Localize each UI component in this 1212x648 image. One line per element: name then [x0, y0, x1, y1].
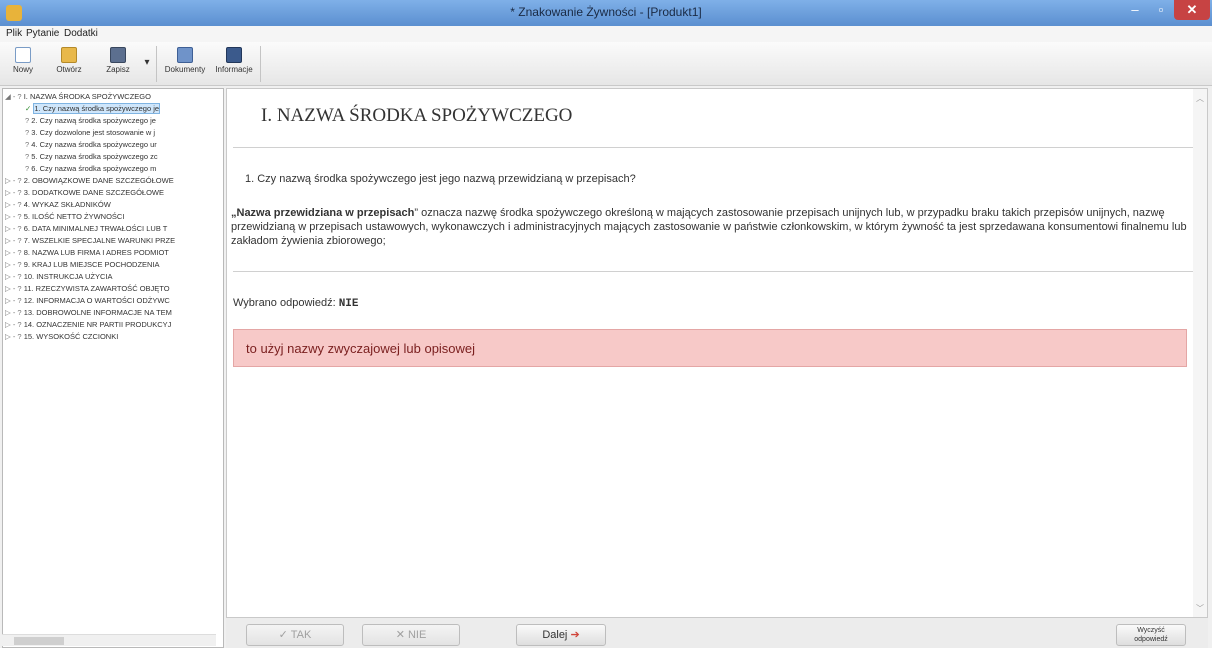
tree-item-section-15[interactable]: ▷ - ? 15. WYSOKOŚĆ CZCIONKI	[5, 331, 223, 343]
clear-answer-button[interactable]: Wyczyść odpowiedź	[1116, 624, 1186, 646]
yes-button[interactable]: ✓ TAK	[246, 624, 344, 646]
recommendation-alert: to użyj nazwy zwyczajowej lub opisowej	[233, 329, 1187, 367]
tree-item-section-6[interactable]: ▷ - ? 6. DATA MINIMALNEJ TRWAŁOŚCI LUB T	[5, 223, 223, 235]
definition-text: „Nazwa przewidziana w przepisach” oznacz…	[231, 206, 1191, 248]
alert-text: to użyj nazwy zwyczajowej lub opisowej	[246, 341, 476, 356]
menu-bar: Plik Pytanie Dodatki	[0, 26, 1212, 42]
toolbar: Nowy Otwórz Zapisz ▾ Dokumenty Informacj…	[0, 42, 1212, 86]
section-heading: I. NAZWA ŚRODKA SPOŻYWCZEGO	[261, 105, 573, 126]
divider	[233, 147, 1193, 148]
tree-item-section-14[interactable]: ▷ - ? 14. OZNACZENIE NR PARTII PRODUKCYJ	[5, 319, 223, 331]
minimize-button[interactable]: –	[1122, 0, 1148, 20]
window-title: * Znakowanie Żywności - [Produkt1]	[510, 5, 702, 19]
maximize-button[interactable]: ▫	[1148, 0, 1174, 20]
save-button[interactable]: Zapisz	[98, 45, 138, 83]
title-bar: * Znakowanie Żywności - [Produkt1] – ▫ ✕	[0, 0, 1212, 26]
scroll-up-icon[interactable]: ︿	[1196, 93, 1204, 104]
tree-item-question-6[interactable]: ? 6. Czy nazwa środka spożywczego m	[25, 163, 223, 175]
selected-answer: Wybrano odpowiedź: NIE	[233, 297, 359, 310]
divider	[233, 271, 1193, 272]
answer-value: NIE	[338, 298, 359, 310]
menu-dodatki[interactable]: Dodatki	[64, 28, 98, 39]
open-button-label: Otwórz	[56, 65, 82, 74]
tree-item-question-1[interactable]: ✓ 1. Czy nazwą środka spożywczego je	[25, 103, 223, 115]
documents-button-label: Dokumenty	[164, 65, 206, 74]
arrow-right-icon: ➔	[570, 629, 580, 641]
save-dropdown-arrow[interactable]: ▾	[142, 45, 152, 83]
definition-term: „Nazwa przewidziana w przepisach	[231, 207, 415, 219]
new-document-icon	[15, 47, 31, 63]
tree-horizontal-scrollbar[interactable]	[2, 634, 216, 646]
documents-icon	[177, 47, 193, 63]
check-icon: ✓	[25, 104, 32, 113]
tree-item-section-9[interactable]: ▷ - ? 9. KRAJ LUB MIEJSCE POCHODZENIA	[5, 259, 223, 271]
info-button[interactable]: Informacje	[212, 45, 256, 83]
scroll-down-icon[interactable]: ﹀	[1196, 603, 1204, 614]
folder-icon	[61, 47, 77, 63]
content-panel: I. NAZWA ŚRODKA SPOŻYWCZEGO 1. Czy nazwą…	[226, 88, 1208, 618]
new-button-label: Nowy	[12, 65, 33, 74]
tree-item-section-11[interactable]: ▷ - ? 11. RZECZYWISTA ZAWARTOŚĆ OBJĘTO	[5, 283, 223, 295]
tree-item-section-13[interactable]: ▷ - ? 13. DOBROWOLNE INFORMACJE NA TEM	[5, 307, 223, 319]
menu-plik[interactable]: Plik	[6, 28, 22, 39]
new-button[interactable]: Nowy	[6, 45, 40, 83]
next-button[interactable]: Dalej ➔	[516, 624, 606, 646]
tree-item-question-5[interactable]: ? 5. Czy nazwa środka spożywczego zc	[25, 151, 223, 163]
answer-label: Wybrano odpowiedź:	[233, 297, 336, 309]
tree-item-section-4[interactable]: ▷ - ? 4. WYKAZ SKŁADNIKÓW	[5, 199, 223, 211]
open-button[interactable]: Otwórz	[48, 45, 90, 83]
no-button[interactable]: ✕ NIE	[362, 624, 460, 646]
cross-icon: ✕	[395, 629, 405, 641]
toolbar-separator	[156, 46, 157, 82]
documents-button[interactable]: Dokumenty	[162, 45, 208, 83]
info-icon	[226, 47, 242, 63]
check-icon: ✓	[278, 629, 288, 641]
question-tree: ◢ - ? I. NAZWA ŚRODKA SPOŻYWCZEGO ✓ 1. C…	[2, 88, 224, 648]
answer-bar: ✓ TAK ✕ NIE Dalej ➔ Wyczyść odpowiedź	[226, 618, 1208, 648]
tree-item-section-3[interactable]: ▷ - ? 3. DODATKOWE DANE SZCZEGÓŁOWE	[5, 187, 223, 199]
menu-pytanie[interactable]: Pytanie	[26, 28, 59, 39]
app-window: * Znakowanie Żywności - [Produkt1] – ▫ ✕…	[0, 0, 1212, 648]
info-button-label: Informacje	[215, 65, 253, 74]
floppy-disk-icon	[110, 47, 126, 63]
tree-item-section-7[interactable]: ▷ - ? 7. WSZELKIE SPECJALNE WARUNKI PRZE	[5, 235, 223, 247]
tree-item-section-5[interactable]: ▷ - ? 5. ILOŚĆ NETTO ŻYWNOŚCI	[5, 211, 223, 223]
tree-item-question-2[interactable]: ? 2. Czy nazwą środka spożywczego je	[25, 115, 223, 127]
tree-item-section-2[interactable]: ▷ - ? 2. OBOWIĄZKOWE DANE SZCZEGÓŁOWE	[5, 175, 223, 187]
tree-item-section-12[interactable]: ▷ - ? 12. INFORMACJA O WARTOŚCI ODŻYWC	[5, 295, 223, 307]
close-button[interactable]: ✕	[1174, 0, 1210, 20]
tree-item-section-10[interactable]: ▷ - ? 10. INSTRUKCJA UŻYCIA	[5, 271, 223, 283]
tree-item-question-4[interactable]: ? 4. Czy nazwa środka spożywczego ur	[25, 139, 223, 151]
question-text: 1. Czy nazwą środka spożywczego jest jeg…	[245, 173, 636, 185]
toolbar-separator	[260, 46, 261, 82]
save-button-label: Zapisz	[106, 65, 130, 74]
scrollbar-thumb[interactable]	[14, 637, 64, 645]
content-vertical-scrollbar[interactable]: ︿ ﹀	[1193, 89, 1207, 617]
tree-item-section-1[interactable]: ◢ - ? I. NAZWA ŚRODKA SPOŻYWCZEGO	[5, 91, 223, 103]
tree-item-section-8[interactable]: ▷ - ? 8. NAZWA LUB FIRMA I ADRES PODMIOT	[5, 247, 223, 259]
tree-item-question-3[interactable]: ? 3. Czy dozwolone jest stosowanie w j	[25, 127, 223, 139]
